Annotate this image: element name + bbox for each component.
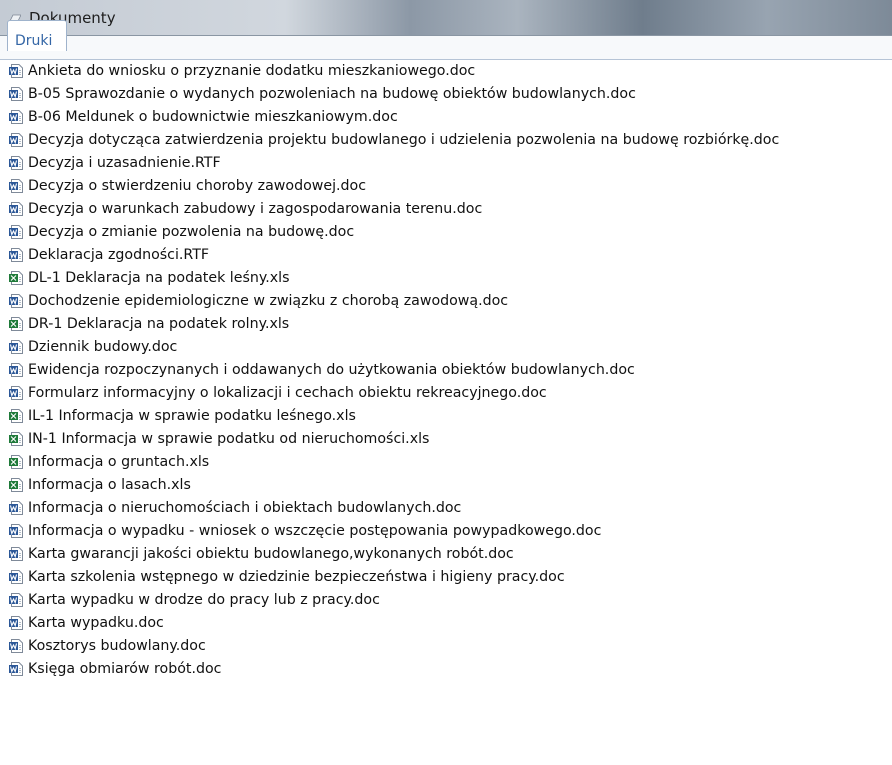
word-doc-icon [9, 616, 23, 630]
word-doc-icon [9, 639, 23, 653]
file-item[interactable]: Informacja o gruntach.xls [8, 451, 892, 474]
excel-sheet-icon [9, 409, 23, 423]
file-item[interactable]: B-06 Meldunek o budownictwie mieszkaniow… [8, 106, 892, 129]
file-name: Informacja o gruntach.xls [28, 454, 210, 470]
file-name: IL-1 Informacja w sprawie podatku leśneg… [28, 408, 356, 424]
word-doc-icon [9, 340, 23, 354]
word-doc-icon [9, 110, 23, 124]
file-name: Ankieta do wniosku o przyznanie dodatku … [28, 63, 476, 79]
excel-sheet-icon [9, 478, 23, 492]
file-name: Kosztorys budowlany.doc [28, 638, 206, 654]
word-doc-icon [9, 547, 23, 561]
file-item[interactable]: IN-1 Informacja w sprawie podatku od nie… [8, 428, 892, 451]
file-name: Decyzja dotycząca zatwierdzenia projektu… [28, 132, 780, 148]
excel-sheet-icon [9, 271, 23, 285]
file-list: Ankieta do wniosku o przyznanie dodatku … [8, 60, 892, 681]
tab-label: Druki [15, 33, 53, 49]
excel-sheet-icon [9, 455, 23, 469]
file-name: Decyzja i uzasadnienie.RTF [28, 155, 221, 171]
file-item[interactable]: Księga obmiarów robót.doc [8, 658, 892, 681]
file-name: Dziennik budowy.doc [28, 339, 178, 355]
file-name: Karta szkolenia wstępnego w dziedzinie b… [28, 569, 565, 585]
tab-strip [0, 36, 892, 60]
word-doc-icon [9, 363, 23, 377]
file-name: DL-1 Deklaracja na podatek leśny.xls [28, 270, 290, 286]
word-doc-icon [9, 179, 23, 193]
file-name: Decyzja o warunkach zabudowy i zagospoda… [28, 201, 483, 217]
file-item[interactable]: Deklaracja zgodności.RTF [8, 244, 892, 267]
file-name: Dochodzenie epidemiologiczne w związku z… [28, 293, 509, 309]
file-item[interactable]: Ewidencja rozpoczynanych i oddawanych do… [8, 359, 892, 382]
word-doc-icon [9, 501, 23, 515]
file-name: Karta gwarancji jakości obiektu budowlan… [28, 546, 514, 562]
file-item[interactable]: Decyzja dotycząca zatwierdzenia projektu… [8, 129, 892, 152]
word-doc-icon [9, 64, 23, 78]
file-name: B-06 Meldunek o budownictwie mieszkaniow… [28, 109, 398, 125]
file-name: Decyzja o zmianie pozwolenia na budowę.d… [28, 224, 355, 240]
file-name: Księga obmiarów robót.doc [28, 661, 222, 677]
file-item[interactable]: DL-1 Deklaracja na podatek leśny.xls [8, 267, 892, 290]
file-item[interactable]: Karta wypadku w drodze do pracy lub z pr… [8, 589, 892, 612]
word-doc-icon [9, 87, 23, 101]
file-name: Deklaracja zgodności.RTF [28, 247, 210, 263]
word-doc-icon [9, 202, 23, 216]
file-item[interactable]: Kosztorys budowlany.doc [8, 635, 892, 658]
excel-sheet-icon [9, 317, 23, 331]
word-doc-icon [9, 386, 23, 400]
file-item[interactable]: Decyzja o zmianie pozwolenia na budowę.d… [8, 221, 892, 244]
word-doc-icon [9, 593, 23, 607]
excel-sheet-icon [9, 432, 23, 446]
file-name: Formularz informacyjny o lokalizacji i c… [28, 385, 547, 401]
file-name: Informacja o lasach.xls [28, 477, 191, 493]
word-doc-icon [9, 662, 23, 676]
file-item[interactable]: Decyzja o warunkach zabudowy i zagospoda… [8, 198, 892, 221]
file-item[interactable]: Dochodzenie epidemiologiczne w związku z… [8, 290, 892, 313]
file-name: Informacja o nieruchomościach i obiektac… [28, 500, 462, 516]
word-doc-icon [9, 294, 23, 308]
file-item[interactable]: Informacja o wypadku - wniosek o wszczęc… [8, 520, 892, 543]
file-name: DR-1 Deklaracja na podatek rolny.xls [28, 316, 290, 332]
file-item[interactable]: Decyzja o stwierdzeniu choroby zawodowej… [8, 175, 892, 198]
file-item[interactable]: Ankieta do wniosku o przyznanie dodatku … [8, 60, 892, 83]
documents-window: Dokumenty Druki Ankieta do wniosku o prz… [0, 0, 892, 765]
file-name: Karta wypadku.doc [28, 615, 164, 631]
word-doc-icon [9, 248, 23, 262]
file-name: Karta wypadku w drodze do pracy lub z pr… [28, 592, 380, 608]
word-doc-icon [9, 156, 23, 170]
file-item[interactable]: Dziennik budowy.doc [8, 336, 892, 359]
file-item[interactable]: IL-1 Informacja w sprawie podatku leśneg… [8, 405, 892, 428]
file-name: Ewidencja rozpoczynanych i oddawanych do… [28, 362, 635, 378]
file-item[interactable]: B-05 Sprawozdanie o wydanych pozwoleniac… [8, 83, 892, 106]
word-doc-icon [9, 570, 23, 584]
tab-druki[interactable]: Druki [7, 20, 67, 51]
file-item[interactable]: Informacja o nieruchomościach i obiektac… [8, 497, 892, 520]
file-name: Informacja o wypadku - wniosek o wszczęc… [28, 523, 602, 539]
title-bar[interactable]: Dokumenty [0, 0, 892, 36]
file-item[interactable]: Formularz informacyjny o lokalizacji i c… [8, 382, 892, 405]
file-item[interactable]: Decyzja i uzasadnienie.RTF [8, 152, 892, 175]
file-item[interactable]: Karta wypadku.doc [8, 612, 892, 635]
file-item[interactable]: Karta szkolenia wstępnego w dziedzinie b… [8, 566, 892, 589]
word-doc-icon [9, 225, 23, 239]
file-name: IN-1 Informacja w sprawie podatku od nie… [28, 431, 430, 447]
file-item[interactable]: Karta gwarancji jakości obiektu budowlan… [8, 543, 892, 566]
word-doc-icon [9, 524, 23, 538]
word-doc-icon [9, 133, 23, 147]
file-name: B-05 Sprawozdanie o wydanych pozwoleniac… [28, 86, 636, 102]
file-name: Decyzja o stwierdzeniu choroby zawodowej… [28, 178, 367, 194]
file-item[interactable]: DR-1 Deklaracja na podatek rolny.xls [8, 313, 892, 336]
file-item[interactable]: Informacja o lasach.xls [8, 474, 892, 497]
